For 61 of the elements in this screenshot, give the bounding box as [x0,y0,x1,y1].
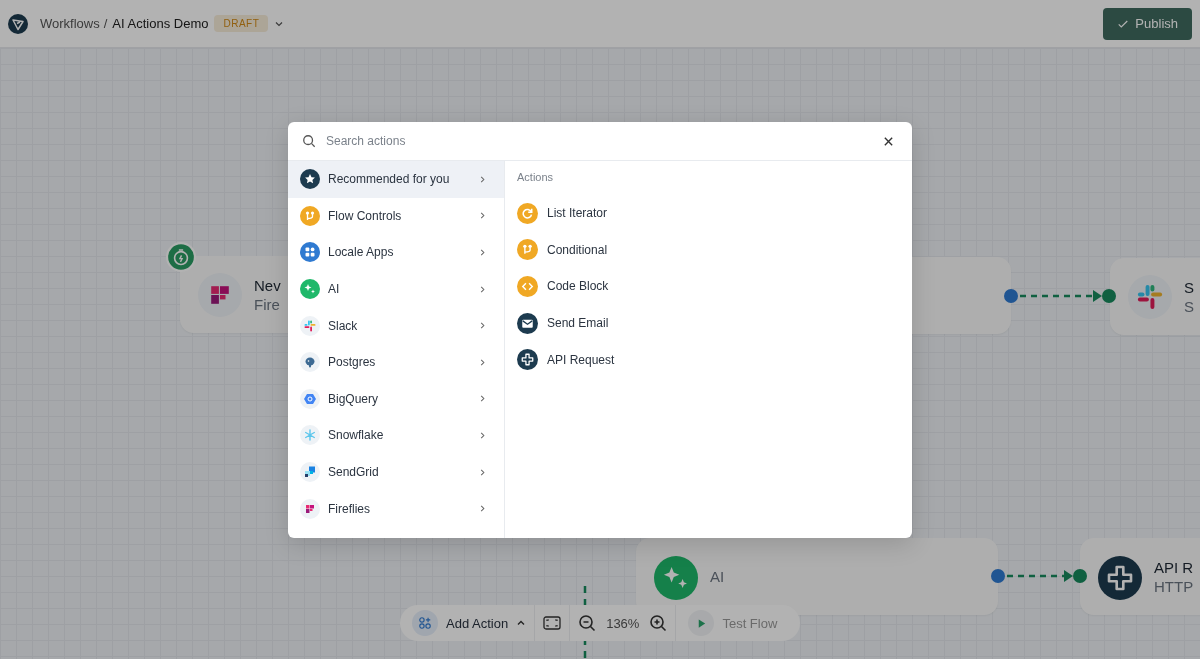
node-card[interactable]: S S [1110,258,1200,335]
blocks-logo-icon [198,272,242,317]
chevron-right-icon [479,430,486,440]
caret-up-icon [516,618,527,628]
action-item[interactable]: List Iterator [517,195,608,232]
branch-icon [300,205,320,226]
action-item[interactable]: Conditional [517,231,608,269]
connector-arrow [1007,570,1073,582]
envelope-icon [517,312,538,334]
hash-logo-icon [1128,274,1172,319]
chevron-right-icon [479,174,486,184]
node-card[interactable]: AI [636,538,998,615]
refresh-icon [517,202,538,224]
sparkle-icon [654,554,698,601]
logo-icon[interactable] [8,13,28,34]
node-title: API R [1154,558,1194,576]
port-handle[interactable] [991,569,1005,583]
blocks-logo-icon [300,498,320,519]
add-action-button[interactable]: Add Action [404,605,535,641]
action-item[interactable]: Code Block [517,268,609,305]
chevron-right-icon [479,321,486,331]
zoom-level: 136% [605,615,641,631]
node-title: S [1184,278,1194,296]
close-icon [883,135,894,147]
port-handle[interactable] [1073,569,1087,583]
breadcrumb-separator: / [103,16,108,31]
squares-icon [300,462,320,483]
branch-icon [517,239,538,261]
search-icon [302,134,316,148]
node-card[interactable]: API R HTTP [1080,538,1200,615]
apps-icon [300,242,320,263]
action-item[interactable]: API Request [517,341,615,378]
publish-button[interactable]: Publish [1103,7,1192,40]
code-icon [517,276,538,297]
breadcrumb-link[interactable]: Workflows [40,16,100,31]
chevron-right-icon [479,284,486,294]
section-heading: Actions [517,171,554,183]
add-grid-icon [418,616,432,630]
port-handle[interactable] [1004,289,1018,303]
workflow-title: AI Actions Demo [112,16,209,31]
status-badge: DRAFT [214,15,269,32]
zoom-in-icon [649,614,668,632]
chevron-right-icon [479,504,486,514]
node-subtitle: AI [710,568,725,585]
zoom-out-icon [578,614,597,632]
fit-screen-icon [543,614,562,632]
snowflake-icon [300,425,320,446]
node-title: Nev [254,276,281,294]
chevron-right-icon [479,357,486,367]
hash-logo-icon [300,315,320,336]
chevron-right-icon [479,248,486,257]
sparkle-icon [300,279,320,300]
action-item[interactable]: Send Email [517,304,609,342]
node-subtitle: HTTP [1154,577,1194,595]
chevron-right-icon [479,211,486,221]
chevron-right-icon [479,467,486,477]
port-handle[interactable] [1102,289,1116,303]
category-item[interactable]: Recommended for you [288,161,504,198]
node-subtitle: Fire [254,295,281,313]
node-subtitle: S [1184,297,1194,315]
chevron-right-icon [479,394,486,404]
